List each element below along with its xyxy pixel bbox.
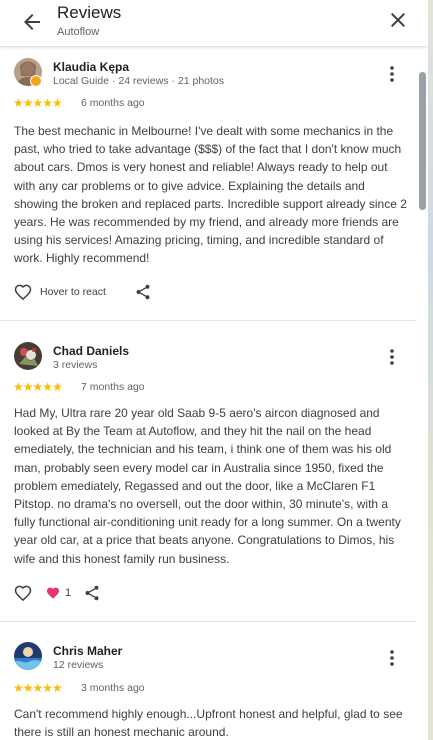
local-guide-badge-icon — [30, 75, 42, 87]
share-icon[interactable] — [134, 283, 152, 301]
heart-outline-icon[interactable] — [13, 583, 33, 603]
share-icon[interactable] — [83, 584, 101, 602]
review-time: 6 months ago — [81, 97, 145, 109]
heart-filled-icon[interactable] — [45, 585, 61, 601]
avatar[interactable] — [14, 642, 42, 670]
reviews-list[interactable]: Klaudia Kępa Local Guide · 24 reviews · … — [0, 46, 428, 740]
heart-outline-icon[interactable] — [13, 282, 33, 302]
review-time: 7 months ago — [81, 381, 145, 393]
reviewer-name[interactable]: Klaudia Kępa — [53, 60, 129, 74]
star-rating: ★★★★★ — [13, 96, 63, 110]
review-time: 3 months ago — [81, 682, 145, 694]
review-text: Had My, Ultra rare 20 year old Saab 9-5 … — [14, 406, 401, 566]
reviewer-meta: Local Guide · 24 reviews · 21 photos — [53, 75, 225, 87]
like-count: 1 — [65, 587, 72, 599]
star-rating: ★★★★★ — [13, 380, 63, 394]
reviews-header: Reviews Autoflow — [0, 0, 428, 46]
star-rating: ★★★★★ — [13, 681, 63, 695]
reviewer-name[interactable]: Chad Daniels — [53, 344, 129, 358]
place-name: Autoflow — [57, 26, 100, 38]
close-icon[interactable] — [386, 8, 410, 32]
reviewer-meta: 12 reviews — [53, 659, 104, 671]
divider — [0, 320, 416, 321]
back-arrow-icon[interactable] — [20, 10, 44, 34]
react-hint: Hover to react — [40, 286, 106, 298]
map-edge[interactable] — [428, 0, 433, 740]
divider — [0, 621, 416, 622]
review-text: Can't recommend highly enough...Upfront … — [14, 707, 403, 740]
more-vert-icon[interactable] — [385, 348, 399, 366]
review-text: The best mechanic in Melbourne! I've dea… — [14, 124, 407, 266]
reviewer-name[interactable]: Chris Maher — [53, 644, 122, 658]
more-vert-icon[interactable] — [385, 65, 399, 83]
more-vert-icon[interactable] — [385, 649, 399, 667]
avatar[interactable] — [14, 342, 42, 370]
reviews-panel: Reviews Autoflow Klaudia Kępa Local Guid… — [0, 0, 428, 740]
reviewer-meta: 3 reviews — [53, 359, 98, 371]
scrollbar-thumb[interactable] — [419, 72, 426, 210]
page-title: Reviews — [57, 3, 122, 22]
